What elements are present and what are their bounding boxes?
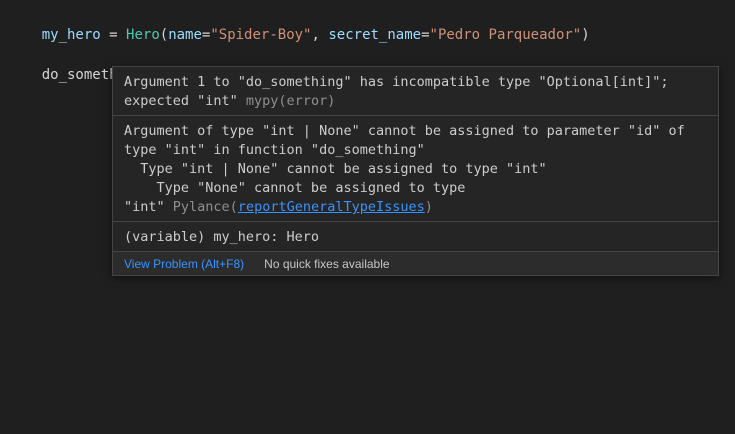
pylance-message-line: Type "int | None" cannot be assigned to … [124,160,707,179]
view-problem-link[interactable]: View Problem (Alt+F8) [124,257,244,271]
hover-section-variable: (variable) my_hero: Hero [113,222,718,251]
code-token: , [312,27,329,43]
pylance-source-label: ) [425,199,433,215]
hover-status-bar: View Problem (Alt+F8) No quick fixes ava… [113,251,718,275]
code-editor[interactable]: my_hero = Hero(name = "Spider-Boy", secret… [0,0,735,434]
pylance-rule-link[interactable]: reportGeneralTypeIssues [238,199,425,215]
pylance-message-line: "int" Pylance(reportGeneralTypeIssues) [124,198,707,217]
code-token: ) [581,27,589,43]
pylance-message-text: "int" [124,199,173,215]
hover-tooltip: Argument 1 to "do_something" has incompa… [112,66,719,276]
code-token: my_hero [42,27,101,43]
code-token: Hero [126,27,160,43]
code-token: = [101,27,126,43]
mypy-source-label: mypy(error) [246,93,335,109]
code-token: name [168,27,202,43]
variable-type-info: (variable) my_hero: Hero [124,228,707,247]
pylance-message-line: type "int" in function "do_something" [124,141,707,160]
code-token: "Pedro Parqueador" [430,27,582,43]
code-token: secret_name [328,27,421,43]
code-token: ( [160,27,168,43]
code-token: = [421,27,429,43]
no-quick-fixes-label: No quick fixes available [264,257,389,271]
hover-section-pylance: Argument of type "int | None" cannot be … [113,116,718,221]
hover-section-mypy: Argument 1 to "do_something" has incompa… [113,67,718,115]
mypy-message-line: expected "int" mypy(error) [124,92,707,111]
pylance-message-line: Type "None" cannot be assigned to type [124,179,707,198]
mypy-message-line: Argument 1 to "do_something" has incompa… [124,73,707,92]
pylance-message-line: Argument of type "int | None" cannot be … [124,122,707,141]
mypy-message-text: expected "int" [124,93,246,109]
pylance-source-label: Pylance( [173,199,238,215]
code-token: "Spider-Boy" [210,27,311,43]
